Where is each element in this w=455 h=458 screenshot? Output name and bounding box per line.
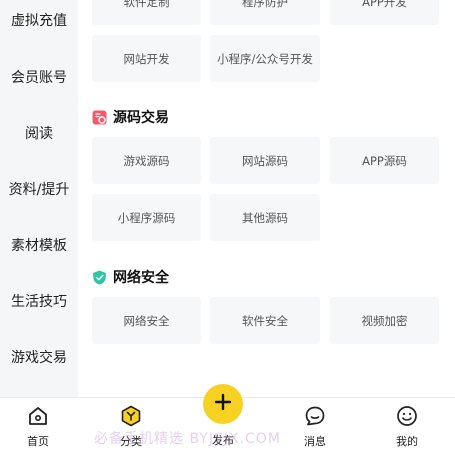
- chip-app-source[interactable]: APP源码: [330, 137, 439, 184]
- tab-messages-label: 消息: [304, 435, 326, 448]
- section-title-text: 网络安全: [113, 270, 169, 286]
- shield-icon: [92, 270, 107, 285]
- category-content: 软件定制 程序防护 APP开发 网站开发 小程序/公众号开发 源码交易 游戏源码…: [78, 0, 455, 397]
- tab-category[interactable]: 分类: [96, 398, 166, 458]
- chip-software-custom[interactable]: 软件定制: [92, 0, 201, 25]
- sidebar-item-life-tips[interactable]: 生活技巧: [0, 291, 78, 311]
- chip-game-source[interactable]: 游戏源码: [92, 137, 201, 184]
- home-icon: [27, 405, 49, 427]
- sidebar-item-reading[interactable]: 阅读: [0, 123, 78, 143]
- tab-messages[interactable]: 消息: [280, 398, 350, 458]
- category-sidebar: 虚拟充值 会员账号 阅读 资料/提升 素材模板 生活技巧 游戏交易: [0, 0, 78, 397]
- chip-software-security[interactable]: 软件安全: [210, 297, 320, 344]
- section-title-network-security: 网络安全: [92, 267, 169, 287]
- sidebar-item-game-trade[interactable]: 游戏交易: [0, 347, 78, 367]
- chip-miniprogram-source[interactable]: 小程序源码: [92, 194, 201, 241]
- code-source-icon: [92, 110, 107, 125]
- tab-home-label: 首页: [27, 435, 49, 448]
- smiley-profile-icon: [396, 405, 418, 427]
- tab-mine[interactable]: 我的: [372, 398, 442, 458]
- chip-website-dev[interactable]: 网站开发: [92, 35, 201, 82]
- category-icon: [120, 405, 142, 427]
- section-title-text: 源码交易: [113, 110, 169, 126]
- chip-miniprogram-dev[interactable]: 小程序/公众号开发: [210, 35, 320, 82]
- publish-label: 发布: [212, 434, 234, 447]
- chip-website-source[interactable]: 网站源码: [210, 137, 320, 184]
- sidebar-item-templates[interactable]: 素材模板: [0, 235, 78, 255]
- chip-program-protect[interactable]: 程序防护: [210, 0, 320, 25]
- chip-app-dev[interactable]: APP开发: [330, 0, 439, 25]
- tab-mine-label: 我的: [396, 435, 418, 448]
- chip-other-source[interactable]: 其他源码: [210, 194, 320, 241]
- tab-home[interactable]: 首页: [3, 398, 73, 458]
- chip-network-security[interactable]: 网络安全: [92, 297, 201, 344]
- sidebar-item-materials[interactable]: 资料/提升: [0, 179, 78, 199]
- publish-button[interactable]: [203, 384, 243, 424]
- section-title-source-code: 源码交易: [92, 107, 169, 127]
- chip-video-encrypt[interactable]: 视频加密: [330, 297, 439, 344]
- message-icon: [304, 405, 326, 427]
- sidebar-item-member-account[interactable]: 会员账号: [0, 67, 78, 87]
- tab-category-label: 分类: [120, 435, 142, 448]
- sidebar-item-virtual-recharge[interactable]: 虚拟充值: [0, 10, 78, 30]
- plus-icon: [213, 392, 233, 416]
